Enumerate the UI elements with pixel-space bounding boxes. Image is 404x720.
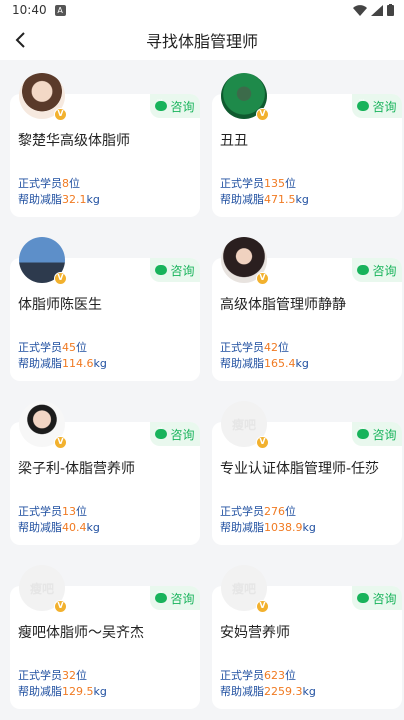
- back-button[interactable]: [8, 28, 32, 52]
- consult-label: 咨询: [170, 99, 195, 114]
- verified-badge-icon: V: [256, 600, 269, 613]
- manager-name: 丑丑: [220, 133, 248, 149]
- consult-button[interactable]: 咨询: [352, 422, 402, 446]
- students-count: 正式学员45位: [18, 341, 87, 354]
- fat-loss-total: 帮助减脂40.4kg: [18, 521, 100, 534]
- chat-bubble-icon: [155, 96, 168, 111]
- fat-loss-total: 帮助减脂114.6kg: [18, 357, 107, 370]
- students-count: 正式学员623位: [220, 669, 296, 682]
- consult-label: 咨询: [372, 263, 397, 278]
- page-title: 寻找体脂管理师: [145, 32, 258, 51]
- consult-label: 咨询: [170, 263, 195, 278]
- verified-badge-icon: V: [256, 108, 269, 121]
- students-count: 正式学员135位: [220, 177, 296, 190]
- chat-bubble-icon: [357, 260, 370, 275]
- signal-icon: [371, 4, 383, 16]
- verified-badge-icon: V: [54, 108, 67, 121]
- chat-bubble-icon: [155, 588, 168, 603]
- avatar: 瘦吧 V: [221, 565, 269, 613]
- fat-loss-total: 帮助减脂165.4kg: [220, 357, 309, 370]
- manager-name: 体脂师陈医生: [18, 297, 102, 313]
- consult-button[interactable]: 咨询: [150, 258, 200, 282]
- chat-bubble-icon: [155, 260, 168, 275]
- status-time: 10:40: [12, 3, 47, 17]
- manager-card[interactable]: V 咨询 高级体脂管理师静静 正式学员42位 帮助减脂165.4kg: [212, 237, 402, 381]
- manager-name: 黎楚华高级体脂师: [18, 133, 130, 149]
- verified-badge-icon: V: [256, 272, 269, 285]
- students-count: 正式学员32位: [18, 669, 87, 682]
- chat-bubble-icon: [357, 96, 370, 111]
- verified-badge-icon: V: [256, 436, 269, 449]
- consult-button[interactable]: 咨询: [352, 586, 402, 610]
- avatar: V: [19, 401, 67, 449]
- manager-card[interactable]: V 咨询 体脂师陈医生 正式学员45位 帮助减脂114.6kg: [10, 237, 200, 381]
- chat-bubble-icon: [155, 424, 168, 439]
- verified-badge-icon: V: [54, 272, 67, 285]
- fat-loss-total: 帮助减脂471.5kg: [220, 193, 309, 206]
- verified-badge-icon: V: [54, 436, 67, 449]
- consult-button[interactable]: 咨询: [150, 422, 200, 446]
- notification-icon: A: [54, 4, 66, 16]
- consult-label: 咨询: [170, 591, 195, 606]
- consult-button[interactable]: 咨询: [352, 94, 402, 118]
- fat-loss-total: 帮助减脂32.1kg: [18, 193, 100, 206]
- manager-card[interactable]: 瘦吧 V 咨询 专业认证体脂管理师-任莎 正式学员276位 帮助减脂1038.9…: [212, 401, 402, 545]
- manager-card[interactable]: V 咨询 梁子利-体脂营养师 正式学员13位 帮助减脂40.4kg: [10, 401, 200, 545]
- fat-loss-total: 帮助减脂2259.3kg: [220, 685, 316, 698]
- manager-name: 安妈营养师: [220, 625, 290, 641]
- manager-name: 专业认证体脂管理师-任莎: [220, 461, 380, 477]
- avatar: V: [221, 237, 269, 285]
- manager-card[interactable]: 瘦吧 V 咨询 安妈营养师 正式学员623位 帮助减脂2259.3kg: [212, 565, 402, 709]
- consult-label: 咨询: [372, 427, 397, 442]
- avatar: 瘦吧 V: [19, 565, 67, 613]
- consult-label: 咨询: [170, 427, 195, 442]
- manager-name: 瘦吧体脂师～吴齐杰: [18, 625, 144, 641]
- fat-loss-total: 帮助减脂1038.9kg: [220, 521, 316, 534]
- battery-icon: [387, 4, 394, 16]
- consult-button[interactable]: 咨询: [150, 586, 200, 610]
- top-navigation-bar: 寻找体脂管理师: [0, 20, 404, 60]
- students-count: 正式学员42位: [220, 341, 289, 354]
- wifi-icon: [353, 4, 367, 16]
- status-bar: 10:40 A: [0, 0, 404, 20]
- consult-button[interactable]: 咨询: [150, 94, 200, 118]
- consult-label: 咨询: [372, 591, 397, 606]
- chat-bubble-icon: [357, 588, 370, 603]
- students-count: 正式学员8位: [18, 177, 80, 190]
- manager-card[interactable]: V 咨询 丑丑 正式学员135位 帮助减脂471.5kg: [212, 73, 402, 217]
- manager-name: 梁子利-体脂营养师: [18, 461, 136, 477]
- consult-label: 咨询: [372, 99, 397, 114]
- manager-card[interactable]: V 咨询 黎楚华高级体脂师 正式学员8位 帮助减脂32.1kg: [10, 73, 200, 217]
- manager-grid: V 咨询 黎楚华高级体脂师 正式学员8位 帮助减脂32.1kg V 咨询 丑丑 …: [0, 60, 404, 720]
- manager-card[interactable]: 瘦吧 V 咨询 瘦吧体脂师～吴齐杰 正式学员32位 帮助减脂129.5kg: [10, 565, 200, 709]
- students-count: 正式学员276位: [220, 505, 296, 518]
- chat-bubble-icon: [357, 424, 370, 439]
- avatar: V: [19, 73, 67, 121]
- fat-loss-total: 帮助减脂129.5kg: [18, 685, 107, 698]
- avatar: V: [19, 237, 67, 285]
- verified-badge-icon: V: [54, 600, 67, 613]
- manager-name: 高级体脂管理师静静: [220, 297, 346, 313]
- consult-button[interactable]: 咨询: [352, 258, 402, 282]
- avatar: 瘦吧 V: [221, 401, 269, 449]
- students-count: 正式学员13位: [18, 505, 87, 518]
- chevron-left-icon: [15, 32, 25, 48]
- avatar: V: [221, 73, 269, 121]
